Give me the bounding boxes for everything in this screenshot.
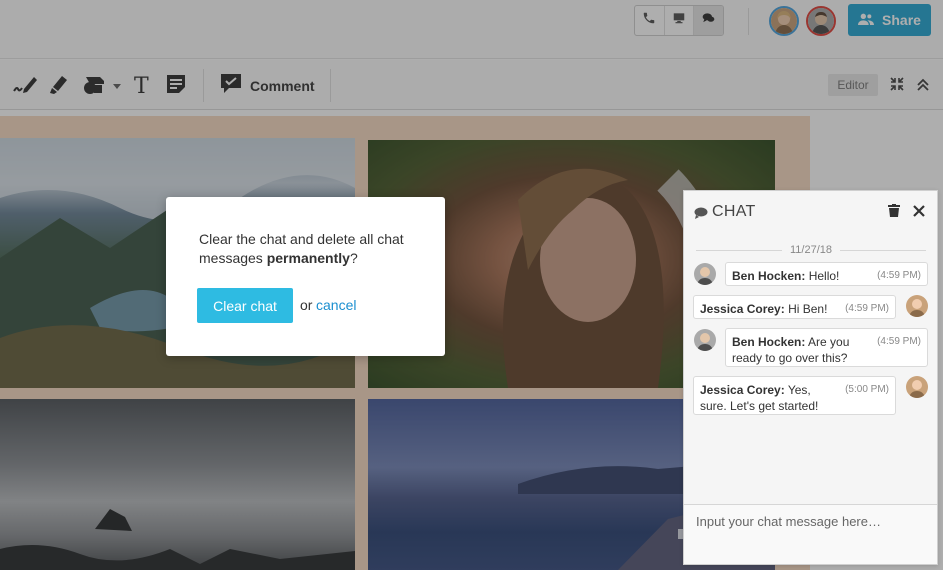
chat-message: Jessica Corey: Hi Ben! (4:59 PM): [693, 295, 896, 319]
jessica-avatar: [906, 376, 928, 398]
chat-message: Jessica Corey: Yes, sure. Let's get star…: [693, 376, 896, 415]
ben-avatar: [694, 329, 716, 351]
message-author: Jessica Corey:: [700, 302, 785, 316]
message-text: Hello!: [808, 269, 840, 283]
dialog-message-end: ?: [349, 250, 358, 266]
date-line: [840, 249, 927, 251]
chat-panel: CHAT 11/27/18 Ben Hocken: Hello! (4:59 P…: [683, 190, 938, 565]
message-text: Hi Ben!: [788, 302, 828, 316]
clear-chat-dialog: Clear the chat and delete all chat messa…: [166, 197, 445, 356]
chat-date: 11/27/18: [790, 244, 833, 256]
chat-header: CHAT: [684, 191, 937, 233]
message-time: (5:00 PM): [845, 384, 889, 395]
message-time: (4:59 PM): [877, 270, 921, 281]
close-chat-button[interactable]: [913, 204, 925, 222]
message-time: (4:59 PM): [877, 336, 921, 347]
message-author: Ben Hocken:: [732, 335, 806, 349]
ben-avatar: [694, 263, 716, 285]
dialog-message-emphasis: permanently: [266, 250, 350, 266]
chat-message: Ben Hocken: Hello! (4:59 PM): [725, 262, 928, 286]
close-icon: [913, 205, 925, 217]
clear-chat-trash-button[interactable]: [888, 204, 900, 222]
chat-date-separator: 11/27/18: [696, 243, 927, 257]
dialog-message: Clear the chat and delete all chat messa…: [199, 230, 429, 268]
chat-message-input[interactable]: Input your chat message here…: [684, 504, 937, 564]
message-author: Ben Hocken:: [732, 269, 806, 283]
chat-title: CHAT: [712, 203, 756, 220]
clear-chat-button[interactable]: Clear chat: [197, 288, 293, 323]
date-line: [696, 249, 782, 251]
trash-icon: [888, 204, 900, 217]
chat-bubble-icon: [694, 206, 708, 224]
chat-message: Ben Hocken: Are you ready to go over thi…: [725, 328, 928, 367]
cancel-link[interactable]: cancel: [316, 297, 356, 313]
message-time: (4:59 PM): [845, 303, 889, 314]
or-label: or: [300, 297, 313, 313]
message-author: Jessica Corey:: [700, 383, 785, 397]
jessica-avatar: [906, 295, 928, 317]
